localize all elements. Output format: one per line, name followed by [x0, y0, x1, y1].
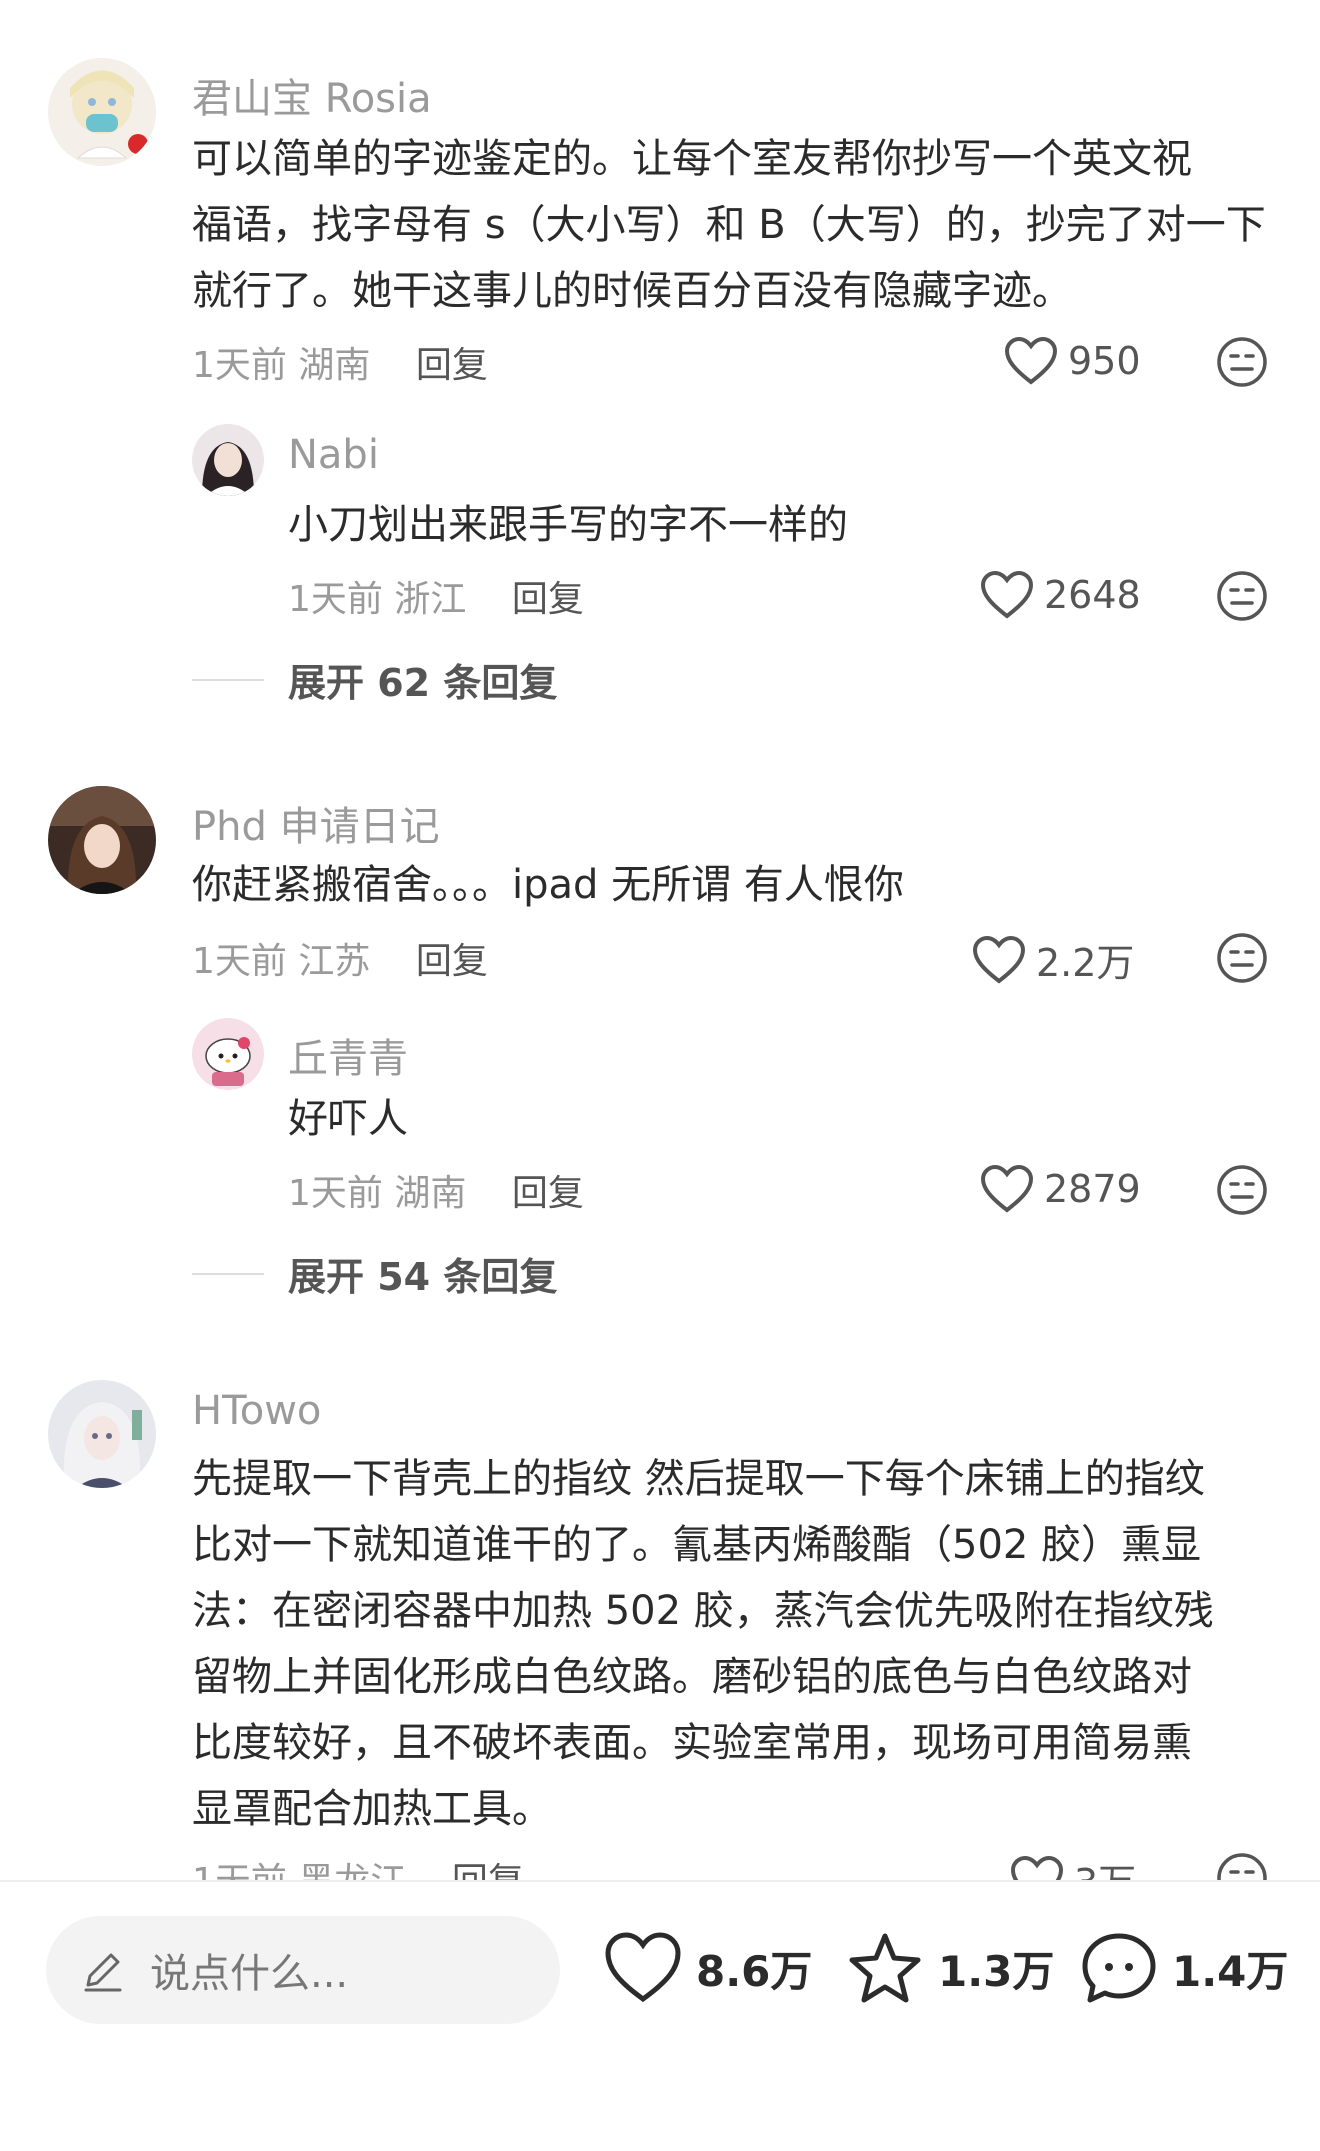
comment-time: 1天前: [192, 941, 287, 982]
meh-face-icon[interactable]: [1216, 336, 1268, 388]
anime-girl-mask-avatar[interactable]: [48, 58, 156, 166]
reply-button[interactable]: 回复: [512, 579, 584, 620]
divider-line: [192, 678, 264, 681]
like-button[interactable]: 2879: [980, 1164, 1141, 1214]
like-count: 2648: [1044, 573, 1141, 617]
pencil-icon: [84, 1953, 122, 1992]
anime-white-hair-avatar[interactable]: [48, 1380, 156, 1488]
reply-meta: 1天前 湖南 回复: [288, 1164, 584, 1216]
reply-button[interactable]: 回复: [452, 1861, 524, 1880]
like-button[interactable]: 2.2万: [972, 932, 1134, 987]
heart-icon: [1004, 336, 1058, 385]
expand-replies[interactable]: 展开 62 条回复: [192, 652, 557, 707]
like-post-button[interactable]: 8.6万: [604, 1918, 812, 2018]
like-count: 2879: [1044, 1167, 1141, 1211]
favorite-count: 1.3万: [938, 1946, 1055, 1996]
expand-replies[interactable]: 展开 54 条回复: [192, 1246, 557, 1301]
comments-button[interactable]: 1.4万: [1080, 1918, 1288, 2018]
comment-location: 黑龙江: [298, 1861, 406, 1880]
favorite-button[interactable]: 1.3万: [846, 1918, 1054, 2018]
hello-kitty-avatar[interactable]: [192, 1018, 264, 1090]
girl-photo-avatar[interactable]: [192, 424, 264, 496]
reply-button[interactable]: 回复: [416, 345, 488, 386]
comment-author[interactable]: HTowo: [192, 1388, 321, 1434]
comment-author[interactable]: Phd 申请日记: [192, 794, 440, 852]
like-count: 2.2万: [1036, 941, 1135, 985]
heart-icon: [605, 1932, 681, 2003]
comment-author[interactable]: 君山宝 Rosia: [192, 66, 432, 124]
comment-text: 先提取一下背壳上的指纹 然后提取一下每个床铺上的指纹 比对一下就知道谁干的了。氰…: [192, 1456, 1214, 1832]
reply-text: 小刀划出来跟手写的字不一样的: [288, 502, 848, 548]
heart-icon: [1010, 1855, 1064, 1880]
comment-meta: 1天前 黑龙江 回复: [192, 1852, 524, 1880]
reply-location: 湖南: [394, 1173, 467, 1214]
comment-location: 湖南: [298, 345, 371, 386]
reply-location: 浙江: [394, 579, 467, 620]
meh-face-icon[interactable]: [1216, 1852, 1268, 1880]
reply-time: 1天前: [288, 579, 383, 620]
heart-icon: [980, 1164, 1034, 1213]
comment-count: 1.4万: [1172, 1946, 1289, 1996]
comment-input[interactable]: 说点什么...: [46, 1916, 560, 2024]
comment-meta: 1天前 湖南 回复: [192, 336, 488, 388]
meh-face-icon[interactable]: [1216, 570, 1268, 622]
comment-time: 1天前: [192, 1861, 287, 1880]
post-like-count: 8.6万: [696, 1946, 813, 1996]
like-count: 3万: [1074, 1852, 1136, 1880]
reply-text: 好吓人: [288, 1096, 408, 1142]
expand-replies-label[interactable]: 展开 62 条回复: [288, 652, 557, 707]
chat-bubble-icon: [1082, 1933, 1156, 2003]
like-count: 950: [1068, 339, 1141, 383]
reply-button[interactable]: 回复: [512, 1173, 584, 1214]
heart-icon: [980, 570, 1034, 619]
meh-face-icon[interactable]: [1216, 932, 1268, 984]
bottom-action-bar: 说点什么... 8.6万 1.3万 1.4万: [0, 1880, 1320, 2151]
comment-feed: 君山宝 Rosia 可以简单的字迹鉴定的。让每个室友帮你抄写一个英文祝 福语，找…: [0, 0, 1320, 1880]
comment-text: 你赶紧搬宿舍。。。ipad 无所谓 有人恨你: [192, 862, 904, 908]
comment-location: 江苏: [298, 941, 371, 982]
reply-author[interactable]: 丘青青: [288, 1026, 408, 1084]
comment-text: 可以简单的字迹鉴定的。让每个室友帮你抄写一个英文祝 福语，找字母有 s（大小写）…: [192, 136, 1266, 314]
reply-button[interactable]: 回复: [416, 941, 488, 982]
comment-time: 1天前: [192, 345, 287, 386]
star-icon: [849, 1933, 921, 2003]
reply-author[interactable]: Nabi: [288, 432, 379, 478]
reply-time: 1天前: [288, 1173, 383, 1214]
girl-library-avatar[interactable]: [48, 786, 156, 894]
like-button[interactable]: 3万: [1010, 1852, 1136, 1880]
comment-meta: 1天前 江苏 回复: [192, 932, 488, 984]
comment-input-placeholder[interactable]: 说点什么...: [150, 1941, 348, 1999]
meh-face-icon[interactable]: [1216, 1164, 1268, 1216]
reply-meta: 1天前 浙江 回复: [288, 570, 584, 622]
expand-replies-label[interactable]: 展开 54 条回复: [288, 1246, 557, 1301]
divider-line: [192, 1272, 264, 1275]
heart-icon: [972, 935, 1026, 984]
like-button[interactable]: 950: [1004, 336, 1141, 386]
like-button[interactable]: 2648: [980, 570, 1141, 620]
